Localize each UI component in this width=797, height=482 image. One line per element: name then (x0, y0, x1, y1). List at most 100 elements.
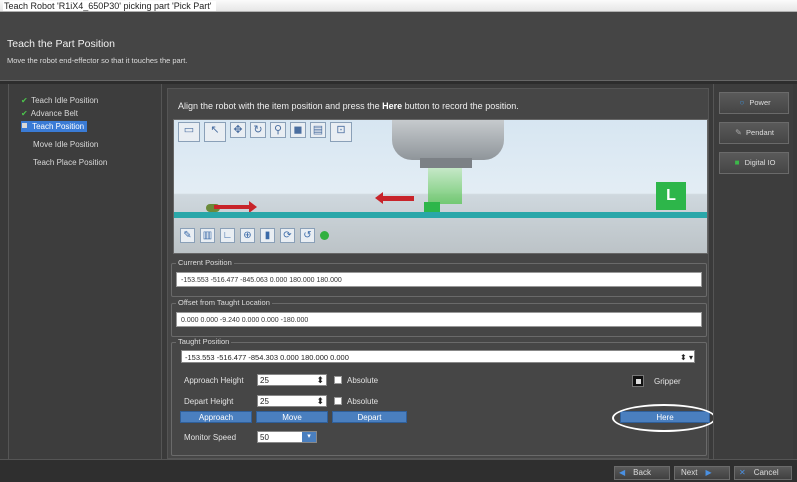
spinner-icon[interactable]: ⬍ (316, 374, 324, 386)
arrow-right-icon (214, 201, 257, 213)
cancel-icon: ✕ (739, 468, 746, 477)
step-label: Move Idle Position (33, 140, 99, 149)
current-position-label: Current Position (176, 258, 234, 267)
3d-viewport[interactable]: ▭ ↖ ✥ ↻ ⚲ ◼ ▤ ⊡ L ✎ ▥ ∟ ⊕ ▮ ⟳ ↺ (173, 119, 708, 254)
part-marker (424, 202, 440, 212)
taught-position-select[interactable]: -153.553 -516.477 -854.303 0.000 180.000… (181, 350, 695, 363)
page-title: Teach the Part Position (7, 38, 115, 50)
offset-label: Offset from Taught Location (176, 298, 272, 307)
digital-io-button[interactable]: ■ Digital IO (719, 152, 789, 174)
step-advance-belt[interactable]: ✔ Advance Belt (21, 108, 81, 119)
current-step-icon (22, 123, 27, 128)
gripper-icon[interactable] (632, 375, 644, 387)
zoom-icon[interactable]: ⚲ (270, 122, 286, 138)
monitor-speed-value: 50 (260, 433, 269, 442)
robot-tool (420, 158, 472, 168)
next-button[interactable]: Next ▶ (674, 466, 730, 480)
pendant-icon: ✎ (735, 128, 742, 137)
status-dot-icon (320, 231, 329, 240)
approach-button[interactable]: Approach (180, 411, 252, 423)
window-title: Teach Robot 'R1iX4_650P30' picking part … (3, 1, 216, 11)
sync-icon[interactable]: ⟳ (280, 228, 295, 243)
approach-height-label: Approach Height (184, 376, 244, 385)
edit-icon[interactable]: ✎ (180, 228, 195, 243)
arrow-left-icon (375, 192, 414, 204)
instruction-text: Align the robot with the item position a… (178, 101, 519, 111)
spinner-dropdown-icon[interactable]: ⬍ ▾ (680, 351, 693, 364)
approach-height-value: 25 (260, 376, 269, 385)
instruction-before: Align the robot with the item position a… (178, 101, 383, 111)
offset-group: Offset from Taught Location 0.000 0.000 … (171, 298, 707, 337)
back-button[interactable]: ◀ Back (614, 466, 670, 480)
step-label: Teach Position (32, 122, 85, 131)
cancel-button[interactable]: ✕ Cancel (734, 466, 792, 480)
move-button[interactable]: Move (256, 411, 328, 423)
step-label: Teach Place Position (33, 158, 108, 167)
offset-field: 0.000 0.000 -9.240 0.000 0.000 -180.000 (176, 312, 702, 327)
conveyor-belt (174, 212, 707, 218)
viewport-tools: ✎ ▥ ∟ ⊕ ▮ ⟳ ↺ (180, 228, 329, 243)
pendant-button[interactable]: ✎ Pendant (719, 122, 789, 144)
step-list: ✔ Teach Idle Position ✔ Advance Belt Tea… (8, 84, 162, 459)
approach-height-input[interactable]: 25 ⬍ (257, 374, 327, 386)
step-teach-position[interactable]: Teach Position (21, 121, 88, 132)
properties-icon[interactable]: ▤ (310, 122, 326, 138)
check-icon: ✔ (21, 109, 28, 118)
power-button[interactable]: ○ Power (719, 92, 789, 114)
window-titlebar: Teach Robot 'R1iX4_650P30' picking part … (0, 0, 797, 12)
robot-arm (392, 120, 504, 160)
monitor-speed-label: Monitor Speed (184, 433, 237, 442)
step-label: Teach Idle Position (31, 96, 99, 105)
depart-button[interactable]: Depart (332, 411, 407, 423)
approach-absolute-checkbox[interactable] (334, 376, 342, 384)
digital-io-label: Digital IO (744, 158, 776, 167)
power-icon: ○ (739, 98, 745, 107)
step-teach-place-position[interactable]: Teach Place Position (33, 157, 110, 168)
digital-io-icon: ■ (734, 158, 740, 167)
check-icon: ✔ (21, 96, 28, 105)
current-position-field: -153.553 -516.477 -845.063 0.000 180.000… (176, 272, 702, 287)
pendant-label: Pendant (746, 128, 774, 137)
page-header: Teach the Part Position Move the robot e… (0, 12, 797, 80)
move-icon[interactable]: ⊕ (240, 228, 255, 243)
view-icon[interactable]: ▭ (178, 122, 200, 142)
back-label: Back (633, 468, 651, 477)
depart-height-value: 25 (260, 397, 269, 406)
footer-bar: ◀ Back Next ▶ ✕ Cancel (0, 459, 797, 482)
chevron-down-icon[interactable]: ▾ (302, 432, 316, 442)
taught-position-value: -153.553 -516.477 -854.303 0.000 180.000… (185, 353, 349, 362)
depart-height-label: Depart Height (184, 397, 234, 406)
belt-marker-label: L (656, 182, 686, 210)
here-highlight-ring (612, 404, 716, 432)
step-teach-idle-position[interactable]: ✔ Teach Idle Position (21, 95, 101, 106)
next-label: Next (681, 468, 698, 477)
instruction-bold: Here (382, 101, 403, 111)
fit-view-icon[interactable]: ⊡ (330, 122, 352, 142)
step-label: Advance Belt (30, 109, 78, 118)
rotate-view-icon[interactable]: ↺ (300, 228, 315, 243)
depart-absolute-label: Absolute (347, 397, 379, 406)
select-icon[interactable]: ↖ (204, 122, 226, 142)
depart-absolute-checkbox[interactable] (334, 397, 342, 405)
page-subtitle: Move the robot end-effector so that it t… (7, 56, 188, 65)
depart-height-input[interactable]: 25 ⬍ (257, 395, 327, 407)
right-panel: ○ Power ✎ Pendant ■ Digital IO (713, 84, 793, 459)
current-position-group: Current Position -153.553 -516.477 -845.… (171, 258, 707, 297)
pan-icon[interactable]: ✥ (230, 122, 246, 138)
ruler-icon[interactable]: ▥ (200, 228, 215, 243)
power-label: Power (749, 98, 771, 107)
taught-position-label: Taught Position (176, 337, 232, 346)
spinner-icon[interactable]: ⬍ (316, 395, 324, 407)
main-panel: Align the robot with the item position a… (167, 88, 709, 459)
cube-icon[interactable]: ◼ (290, 122, 306, 138)
viewport-toolbar: ▭ ↖ ✥ ↻ ⚲ ◼ ▤ ⊡ (178, 122, 352, 142)
monitor-speed-select[interactable]: 50 ▾ (257, 431, 317, 443)
axes-icon[interactable]: ∟ (220, 228, 235, 243)
gripper-label: Gripper (654, 377, 681, 386)
back-icon: ◀ (619, 468, 626, 477)
rotate-icon[interactable]: ↻ (250, 122, 266, 138)
cylinder-icon[interactable]: ▮ (260, 228, 275, 243)
robot-beam (428, 168, 462, 204)
step-move-idle-position[interactable]: Move Idle Position (33, 139, 101, 150)
cancel-label: Cancel (753, 468, 779, 477)
